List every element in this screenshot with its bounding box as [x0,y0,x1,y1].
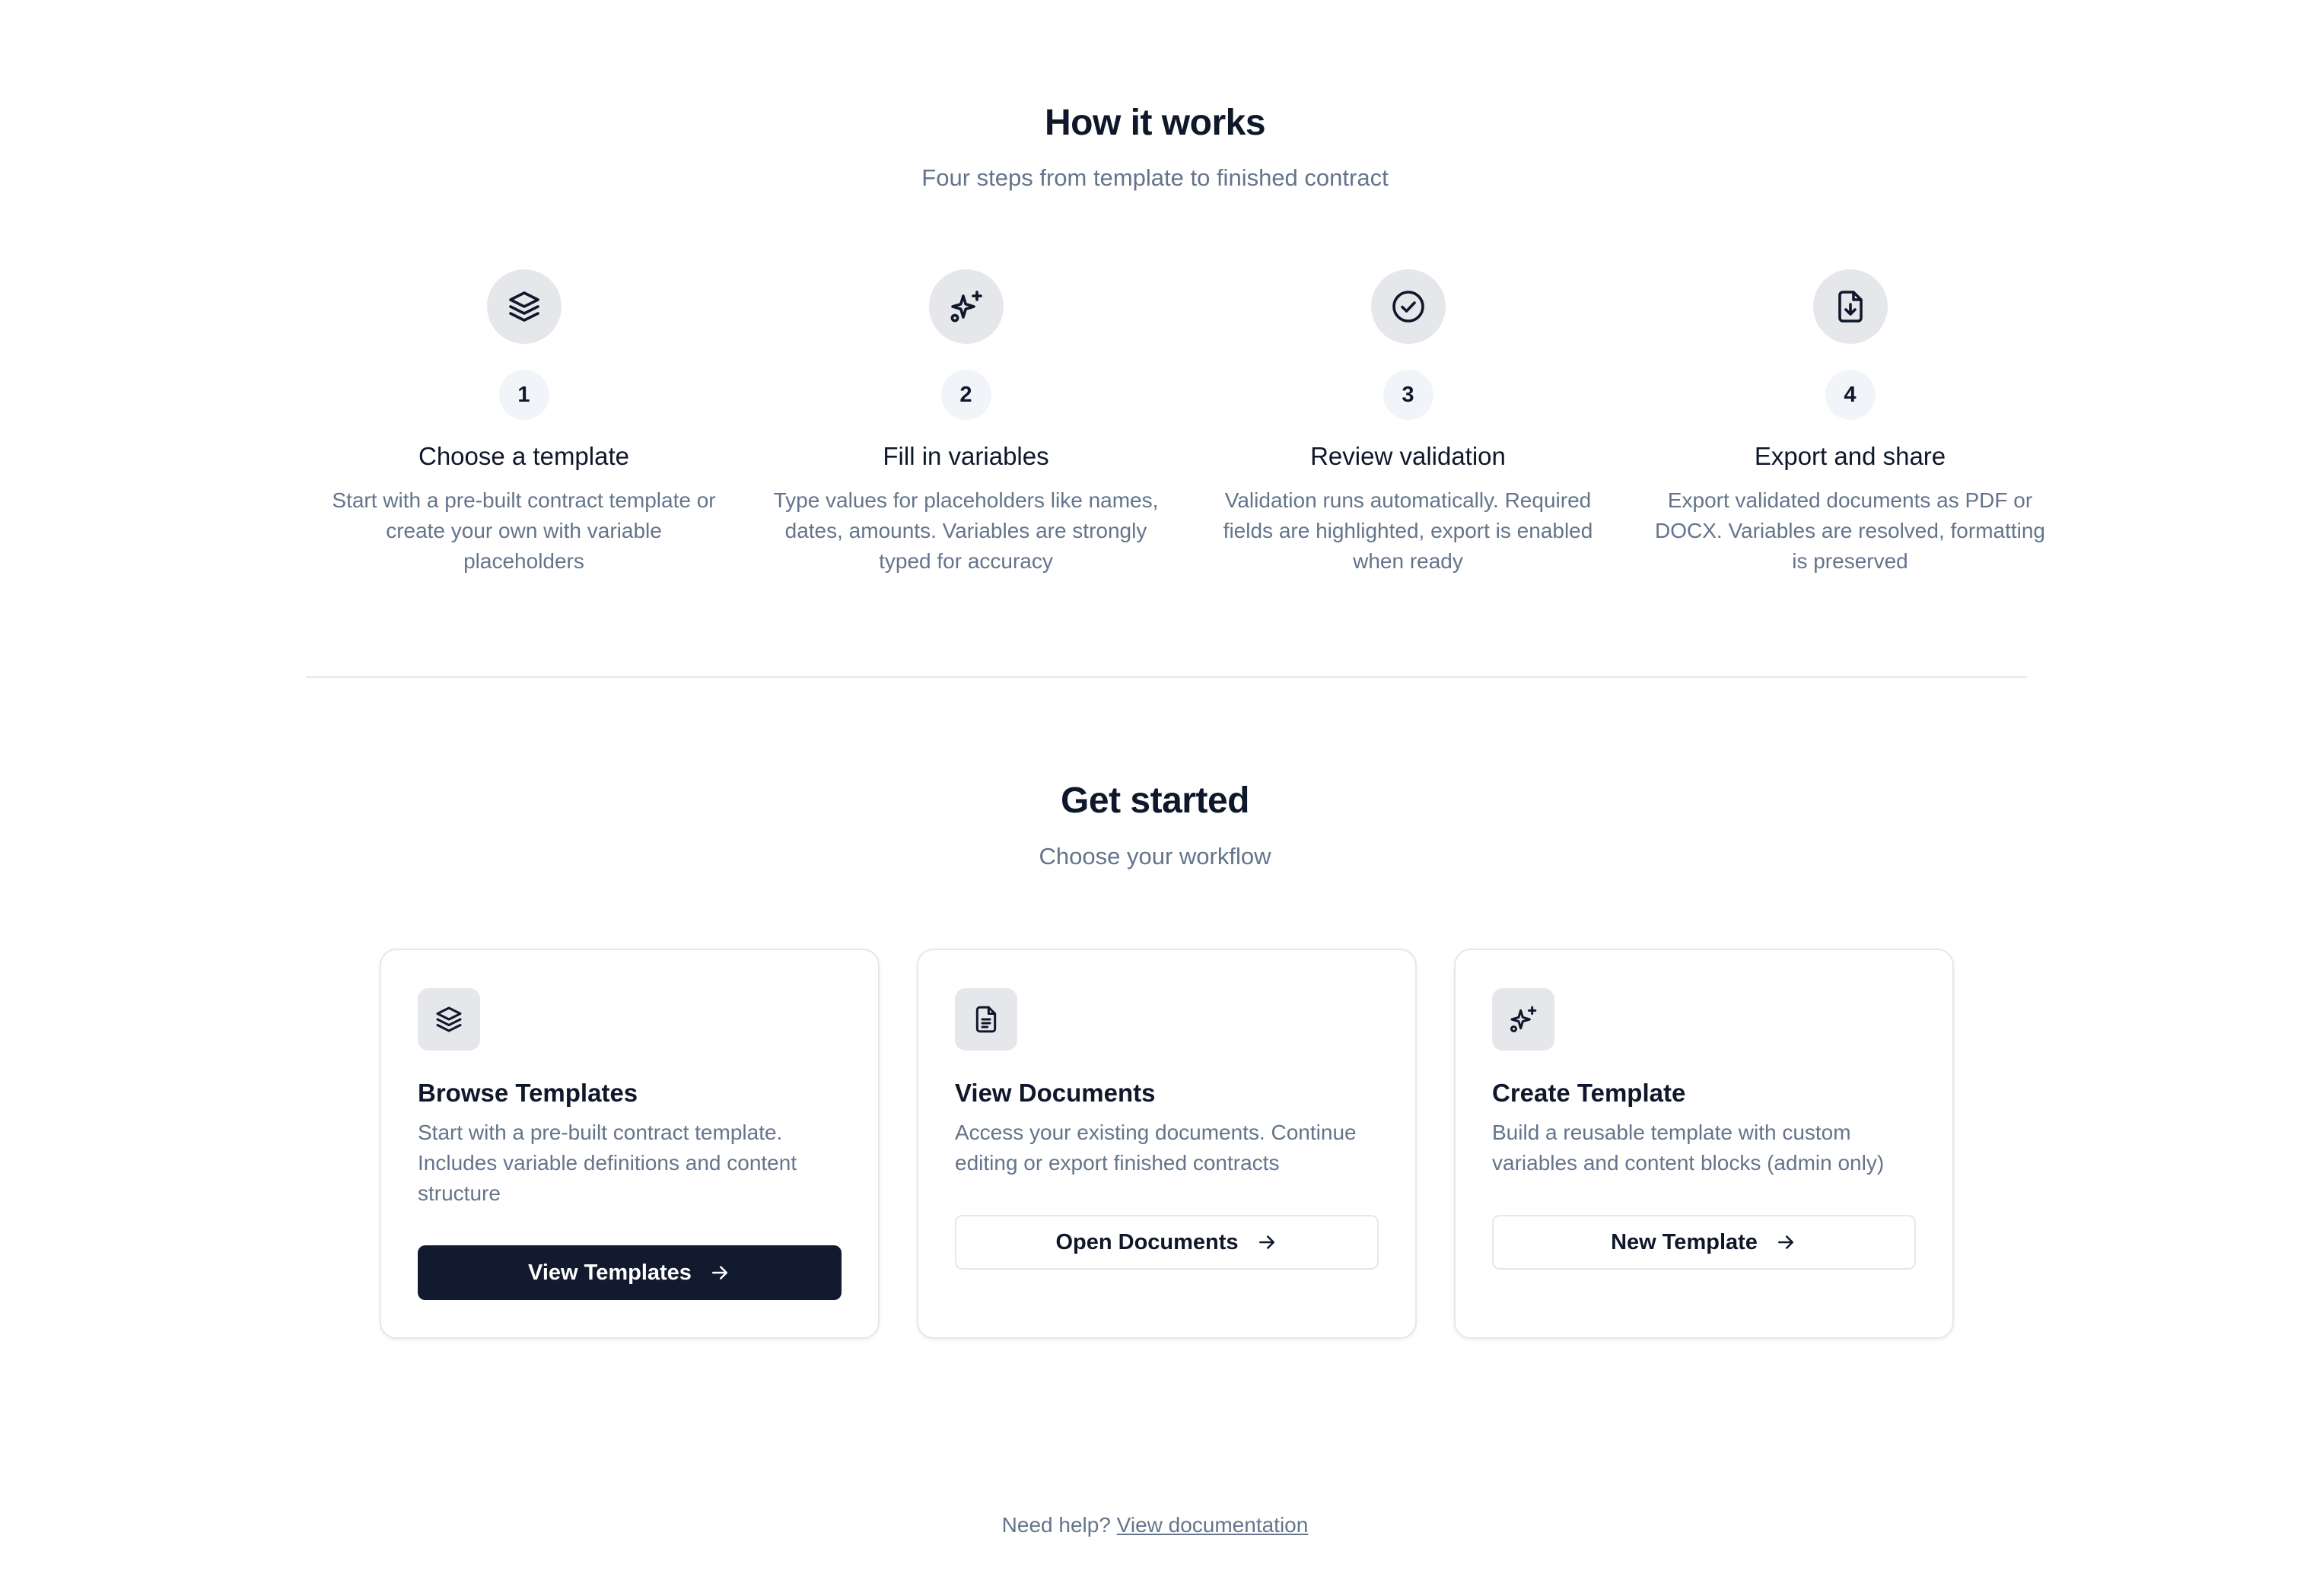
card-title: View Documents [955,1079,1156,1107]
help-footer: Need help? View documentation [0,1513,2310,1537]
button-label: Open Documents [1055,1229,1239,1254]
card-description: Access your existing documents. Continue… [955,1120,1357,1175]
step-title: Export and share [1754,442,1946,470]
workflow-cards: Browse Templates Start with a pre-built … [380,949,1954,1339]
step-title: Fill in variables [883,442,1049,470]
step-2: 2 Fill in variables Type values for plac… [745,269,1187,577]
view-documents-card: View Documents Access your existing docu… [917,949,1417,1339]
card-title: Create Template [1492,1079,1686,1107]
step-description: Export validated documents as PDF or DOC… [1654,488,2046,573]
page: How it works Four steps from template to… [0,0,2310,1596]
card-title: Browse Templates [418,1079,638,1107]
view-templates-button[interactable]: View Templates [418,1245,842,1300]
layers-icon [418,988,480,1051]
button-label: New Template [1611,1229,1758,1254]
get-started-subtitle: Choose your workflow [1039,843,1271,870]
button-label: View Templates [528,1260,692,1285]
view-documentation-link[interactable]: View documentation [1117,1513,1309,1537]
step-1: 1 Choose a template Start with a pre-bui… [303,269,745,577]
step-number: 2 [940,370,991,420]
arrow-right-icon [1258,1235,1274,1249]
document-icon [955,988,1017,1051]
arrow-right-icon [1777,1235,1793,1249]
file-download-icon [1812,269,1888,344]
steps-row: 1 Choose a template Start with a pre-bui… [303,269,2071,577]
sparkles-icon [1492,988,1554,1051]
card-description: Start with a pre-built contract template… [418,1120,797,1205]
get-started-title: Get started [1061,781,1249,821]
open-documents-button[interactable]: Open Documents [955,1215,1379,1270]
card-description: Build a reusable template with custom va… [1492,1120,1885,1175]
step-description: Start with a pre-built contract template… [332,488,716,573]
help-text: Need help? [1001,1513,1111,1537]
step-number: 3 [1382,370,1433,420]
arrow-right-icon [711,1266,727,1280]
sparkles-icon [928,269,1004,344]
step-description: Validation runs automatically. Required … [1223,488,1593,573]
step-number: 1 [498,370,549,420]
step-title: Choose a template [418,442,629,470]
check-circle-icon [1370,269,1446,344]
step-number: 4 [1825,370,1876,420]
step-title: Review validation [1310,442,1506,470]
browse-templates-card: Browse Templates Start with a pre-built … [380,949,880,1339]
create-template-card: Create Template Build a reusable templat… [1454,949,1954,1339]
how-it-works-title: How it works [1044,103,1266,143]
how-it-works-subtitle: Four steps from template to finished con… [921,164,1389,191]
layers-icon [486,269,562,344]
step-description: Type values for placeholders like names,… [773,488,1159,573]
new-template-button[interactable]: New Template [1492,1215,1916,1270]
section-divider [306,676,2027,678]
step-3: 3 Review validation Validation runs auto… [1187,269,1629,577]
step-4: 4 Export and share Export validated docu… [1629,269,2071,577]
